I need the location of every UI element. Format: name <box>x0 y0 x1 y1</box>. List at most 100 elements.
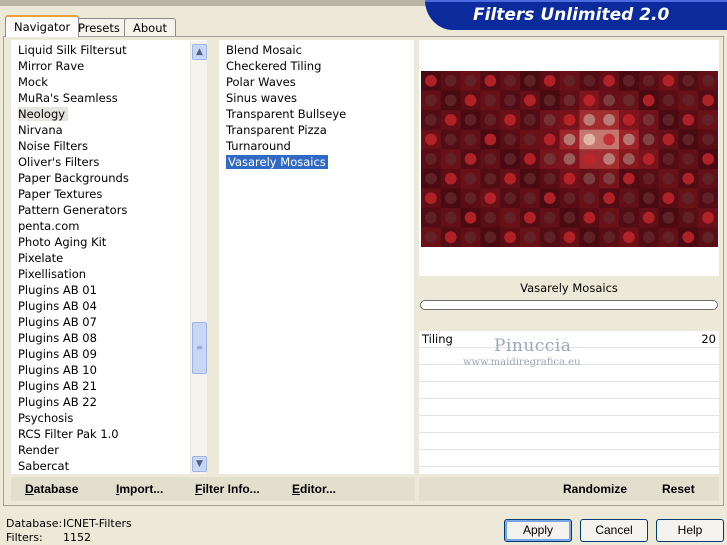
category-item[interactable]: Plugins AB 22 <box>11 394 129 410</box>
category-scrollbar[interactable]: ▲ ≡ ▼ <box>190 41 207 474</box>
mosaic-dot <box>642 192 655 204</box>
mosaic-dot <box>425 153 437 165</box>
mosaic-dot <box>524 114 536 126</box>
tab-navigator[interactable]: Navigator <box>5 15 80 37</box>
category-item[interactable]: Neology <box>11 106 129 122</box>
param-row-empty <box>419 433 719 450</box>
filter-item[interactable]: Blend Mosaic <box>219 42 346 58</box>
filter-item[interactable]: Turnaround <box>219 138 346 154</box>
category-item[interactable]: Noise Filters <box>11 138 129 154</box>
param-row-empty <box>419 450 719 467</box>
mosaic-dot <box>484 114 497 126</box>
filter-item[interactable]: Transparent Pizza <box>219 122 346 138</box>
mosaic-dot <box>425 133 437 146</box>
filter-item[interactable]: Transparent Bullseye <box>219 106 346 122</box>
mosaic-dot <box>484 74 497 87</box>
mosaic-dot <box>425 114 437 126</box>
mosaic-dot <box>563 133 576 146</box>
mosaic-dot <box>642 94 655 107</box>
category-item-label: Noise Filters <box>18 139 89 153</box>
param-value[interactable]: 20 <box>701 332 716 346</box>
filter-info-button[interactable]: Filter Info... <box>195 482 260 496</box>
scroll-up-button[interactable]: ▲ <box>192 44 207 60</box>
filter-item[interactable]: Polar Waves <box>219 74 346 90</box>
category-item-label: Plugins AB 08 <box>18 331 97 345</box>
category-item-label: Pattern Generators <box>18 203 128 217</box>
category-item-label: Plugins AB 22 <box>18 395 97 409</box>
category-item[interactable]: Pattern Generators <box>11 202 129 218</box>
filter-list[interactable]: Blend Mosaic Checkered Tiling Polar Waves S… <box>219 40 414 474</box>
mosaic-dot <box>425 172 437 185</box>
category-item[interactable]: Pixelate <box>11 250 129 266</box>
category-item[interactable]: MuRa's Seamless <box>11 90 129 106</box>
category-item[interactable]: Mirror Rave <box>11 58 129 74</box>
mosaic-dot <box>583 192 596 204</box>
randomize-button[interactable]: Randomize <box>563 482 627 496</box>
scroll-down-button[interactable]: ▼ <box>192 456 207 472</box>
mosaic-dot <box>484 192 497 204</box>
category-item[interactable]: Plugins AB 09 <box>11 346 129 362</box>
import-button-label: mport... <box>119 482 164 496</box>
mosaic-dot <box>543 94 556 107</box>
category-item[interactable]: Plugins AB 08 <box>11 330 129 346</box>
category-item[interactable]: Paper Backgrounds <box>11 170 129 186</box>
mosaic-dot <box>603 211 615 224</box>
category-item[interactable]: penta.com <box>11 218 129 234</box>
mosaic-dot <box>662 211 675 224</box>
category-item-label: Render <box>18 443 59 457</box>
mosaic-dot <box>623 172 635 185</box>
cancel-button[interactable]: Cancel <box>580 519 648 542</box>
preview-image[interactable] <box>421 71 718 247</box>
editor-button[interactable]: Editor... <box>292 482 336 496</box>
mosaic-dot <box>464 114 477 126</box>
category-item[interactable]: Plugins AB 07 <box>11 314 129 330</box>
mosaic-dot <box>543 211 556 224</box>
mosaic-dot <box>504 231 516 244</box>
mosaic-dot <box>623 94 635 107</box>
category-item[interactable]: Photo Aging Kit <box>11 234 129 250</box>
mosaic-dot <box>702 133 714 146</box>
category-item[interactable]: Plugins AB 21 <box>11 378 129 394</box>
reset-button[interactable]: Reset <box>662 482 695 496</box>
mosaic-dot <box>484 153 497 165</box>
category-item[interactable]: Plugins AB 01 <box>11 282 129 298</box>
mosaic-dot <box>702 114 714 126</box>
filter-item[interactable]: Sinus waves <box>219 90 346 106</box>
database-status-value: ICNET-Filters <box>63 517 132 530</box>
scroll-thumb[interactable]: ≡ <box>192 322 207 374</box>
category-list[interactable]: Liquid Silk Filtersut Mirror Rave Mock MuRa… <box>11 40 207 474</box>
mosaic-dot <box>543 133 556 146</box>
tab-about[interactable]: About <box>124 18 177 36</box>
mosaic-dot <box>464 133 477 146</box>
category-item[interactable]: Psychosis <box>11 410 129 426</box>
mosaic-dot <box>484 94 497 107</box>
help-button[interactable]: Help <box>656 519 724 542</box>
mosaic-dot <box>623 114 635 126</box>
category-item[interactable]: RCS Filter Pak 1.0 <box>11 426 129 442</box>
category-item-label: Plugins AB 21 <box>18 379 97 393</box>
apply-button[interactable]: Apply <box>504 519 572 542</box>
category-item[interactable]: Plugins AB 10 <box>11 362 129 378</box>
database-button[interactable]: Database <box>25 482 78 496</box>
param-row-empty <box>419 382 719 399</box>
editor-button-label: ditor... <box>300 482 337 496</box>
mosaic-dot <box>524 153 536 165</box>
category-item[interactable]: Sabercat <box>11 458 129 474</box>
category-item[interactable]: Plugins AB 04 <box>11 298 129 314</box>
mosaic-dot <box>524 172 536 185</box>
mosaic-dot <box>603 94 615 107</box>
category-item[interactable]: Nirvana <box>11 122 129 138</box>
category-item[interactable]: Paper Textures <box>11 186 129 202</box>
category-item[interactable]: Render <box>11 442 129 458</box>
filter-item[interactable]: Vasarely Mosaics <box>219 154 346 170</box>
filter-item[interactable]: Checkered Tiling <box>219 58 346 74</box>
category-item[interactable]: Liquid Silk Filtersut <box>11 42 129 58</box>
category-item[interactable]: Oliver's Filters <box>11 154 129 170</box>
mosaic-dot <box>702 231 714 244</box>
category-item[interactable]: Pixellisation <box>11 266 129 282</box>
filter-item-label: Transparent Bullseye <box>226 107 347 121</box>
category-item[interactable]: Mock <box>11 74 129 90</box>
mosaic-dot <box>682 153 695 165</box>
import-button[interactable]: Import... <box>116 482 163 496</box>
mosaic-dot <box>662 94 675 107</box>
